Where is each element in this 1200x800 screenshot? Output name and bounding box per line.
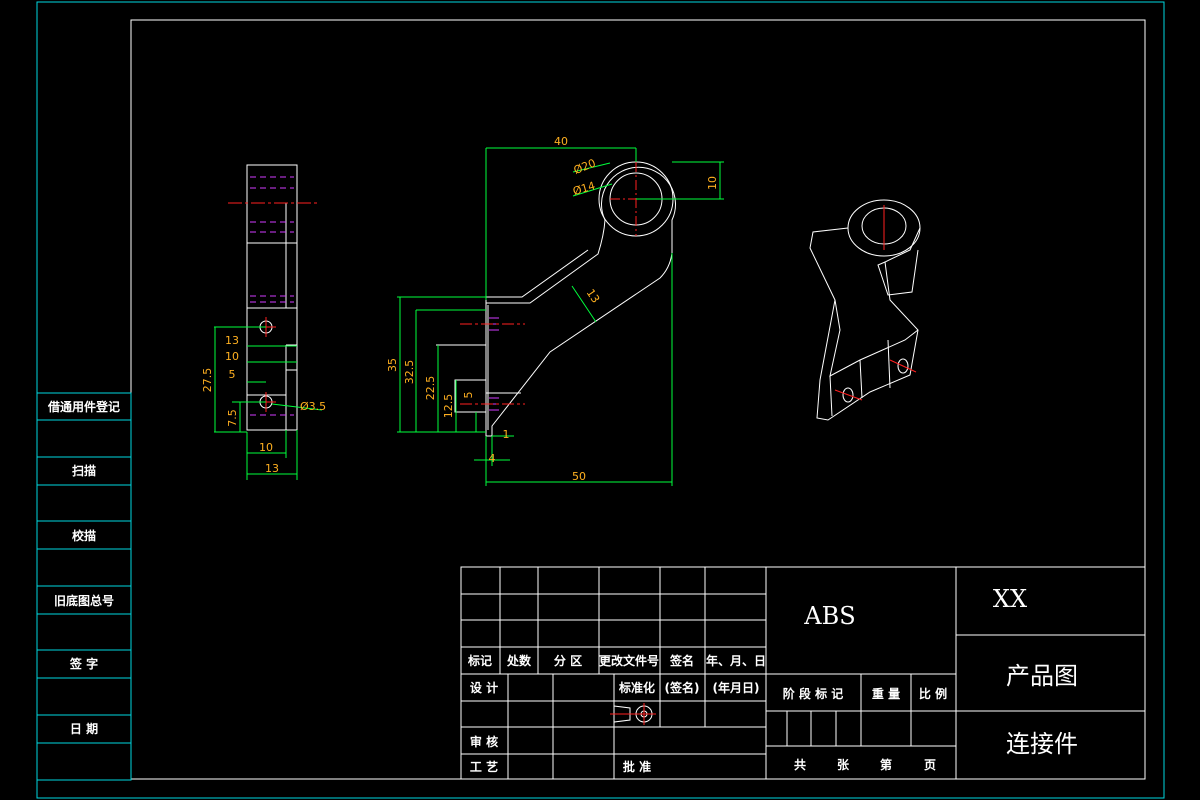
side-label-scan: 扫描 (72, 463, 96, 478)
dim-front-22-5: 22.5 (424, 376, 437, 401)
front-view: 40 Ø20 Ø14 10 13 35 32.5 22.5 12.5 5 1 4… (386, 135, 724, 486)
dim-side-width-13: 13 (265, 462, 279, 475)
side-column: 借通用件登记 扫描 校描 旧底图总号 签 字 日 期 (36, 392, 132, 781)
front-view-outline (485, 166, 676, 437)
tb-part-name: 连接件 (1006, 730, 1078, 758)
dim-front-5: 5 (462, 392, 475, 399)
tb-row-sign-paren: (签名) (665, 680, 700, 695)
side-label-borrowed-parts: 借通用件登记 (47, 399, 120, 414)
projection-symbol (610, 703, 656, 725)
tb-header-mark: 标记 (467, 653, 492, 668)
dim-side-5: 5 (229, 368, 236, 381)
tb-sheet-total: 共 (794, 757, 806, 772)
outer-frame (36, 1, 1165, 799)
dim-side-width-10: 10 (259, 441, 273, 454)
dim-side-10: 10 (225, 350, 239, 363)
tb-row-standardize: 标准化 (618, 680, 655, 695)
tb-header-date: 年、月、日 (706, 653, 766, 668)
side-label-signature: 签 字 (69, 656, 98, 671)
tb-row-review: 审 核 (470, 734, 498, 749)
dim-front-35: 35 (386, 358, 399, 372)
tb-material: ABS (803, 602, 855, 630)
title-block: 标记 处数 分 区 更改文件号 签名 年、月、日 设 计 标准化 (签名) (年… (460, 566, 1146, 780)
dim-front-50: 50 (572, 470, 586, 483)
dim-front-dia20: Ø20 (572, 156, 598, 177)
tb-drawing-type: 产品图 (1006, 662, 1078, 690)
tb-row-design: 设 计 (470, 680, 498, 695)
tb-row-approve: 批 准 (623, 759, 651, 774)
dim-side-7-5: 7.5 (226, 409, 239, 427)
dim-front-12-5: 12.5 (442, 394, 455, 419)
tb-row-date-paren: (年月日) (713, 680, 760, 695)
dim-front-13: 13 (584, 287, 603, 306)
tb-header-sign: 签名 (669, 653, 694, 668)
tb-weight: 重 量 (872, 686, 900, 701)
tb-header-zone: 分 区 (554, 653, 582, 668)
dim-front-dia14: Ø14 (571, 179, 596, 198)
side-label-old-drawing-no: 旧底图总号 (54, 593, 114, 608)
side-view: 13 10 5 27.5 7.5 Ø3.5 10 13 (201, 164, 326, 480)
tb-header-count: 处数 (506, 653, 532, 668)
side-label-trace-check: 校描 (72, 528, 96, 543)
dim-side-hole-dia: Ø3.5 (300, 400, 326, 413)
dim-front-10: 10 (706, 176, 719, 190)
dim-front-40: 40 (554, 135, 568, 148)
tb-stage-mark: 阶 段 标 记 (783, 686, 844, 701)
dim-front-4: 4 (489, 452, 496, 465)
isometric-view (809, 199, 921, 421)
dim-front-32-5: 32.5 (403, 360, 416, 385)
dim-front-1: 1 (503, 428, 510, 441)
sheet-frames (36, 1, 1165, 799)
tb-sheet-page: 页 (924, 758, 936, 772)
side-view-outline (246, 164, 298, 431)
tb-sheet-nth: 第 (880, 757, 892, 772)
dim-side-27-5: 27.5 (201, 368, 214, 393)
tb-scale: 比 例 (919, 686, 947, 701)
tb-company: XX (993, 585, 1027, 613)
cad-drawing-canvas: 借通用件登记 扫描 校描 旧底图总号 签 字 日 期 13 10 5 27.5 … (36, 1, 1165, 799)
tb-row-process: 工 艺 (470, 759, 498, 774)
side-label-date: 日 期 (70, 721, 98, 736)
tb-sheet-sheets: 张 (837, 757, 850, 772)
tb-header-doc-no: 更改文件号 (599, 653, 659, 668)
dim-side-13: 13 (225, 334, 239, 347)
